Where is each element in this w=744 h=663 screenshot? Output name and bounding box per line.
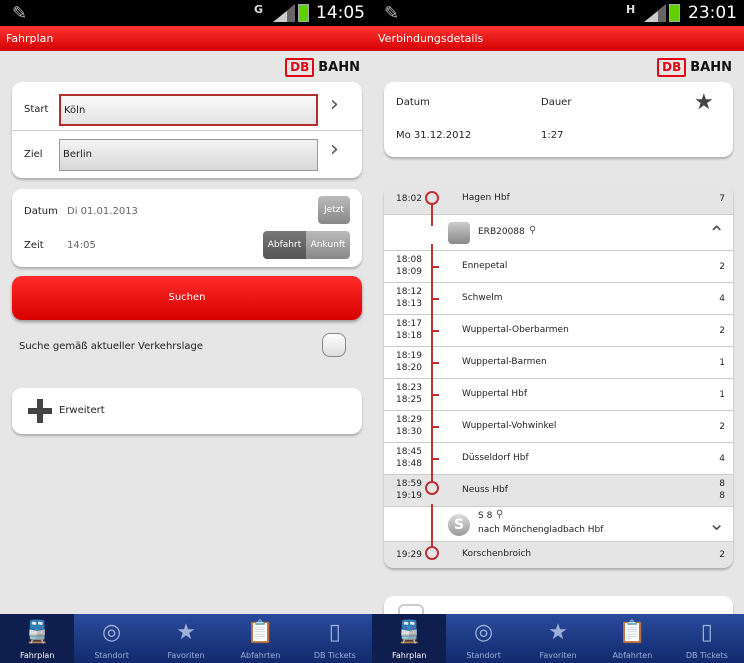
route-card: Start Köln › Ziel Berlin › (12, 82, 362, 178)
stop-tick (431, 394, 439, 396)
screen-title: Fahrplan (0, 26, 372, 51)
datum-label: Datum (396, 97, 430, 108)
extended-label: Erweitert (59, 405, 105, 416)
start-input[interactable]: Köln (59, 94, 318, 126)
status-bar: ✎ H 23:01 (372, 0, 744, 26)
jetzt-button[interactable]: Jetzt (318, 196, 350, 224)
stop-tick (431, 362, 439, 364)
dauer-label: Dauer (541, 97, 572, 108)
bottom-nav: 🚆 Fahrplan ◎ Standort ★ Favoriten 📋 Abfa… (372, 614, 744, 663)
clipboard-clock-icon: 📋 (246, 620, 275, 645)
nav-favoriten[interactable]: ★ Favoriten (149, 614, 223, 663)
train-row[interactable]: ERB20088 ⚲ ⌃ (384, 214, 733, 250)
ankunft-option[interactable]: Ankunft (306, 231, 350, 259)
pen-icon: ✎ (384, 3, 400, 24)
ziel-label: Ziel (24, 149, 43, 160)
battery-icon (298, 4, 309, 22)
nav-favoriten[interactable]: ★ Favoriten (521, 614, 595, 663)
datetime-card: Datum Di 01.01.2013 Jetzt Zeit 14:05 Abf… (12, 189, 362, 267)
datum-value: Mo 31.12.2012 (396, 130, 472, 141)
train-row[interactable]: S S 8 ⚲ nach Mönchengladbach Hbf ⌄ (384, 506, 733, 541)
s-bahn-icon: S (448, 514, 470, 536)
zeit-value[interactable]: 14:05 (67, 240, 96, 251)
nav-abfahrten[interactable]: 📋 Abfahrten (595, 614, 669, 663)
status-bar: ✎ G 14:05 (0, 0, 372, 26)
departure-arrival-toggle[interactable]: Abfahrt Ankunft (263, 231, 350, 259)
nav-fahrplan[interactable]: 🚆 Fahrplan (372, 614, 447, 663)
nav-db-tickets[interactable]: ▯ DB Tickets (298, 614, 372, 663)
divider (12, 130, 362, 131)
traffic-option-label: Suche gemäß aktueller Verkehrslage (19, 341, 204, 352)
nav-db-tickets[interactable]: ▯ DB Tickets (670, 614, 744, 663)
clock: 23:01 (688, 3, 737, 23)
star-icon: ★ (176, 620, 196, 645)
tickets-icon: ▯ (328, 620, 341, 645)
clock: 14:05 (316, 3, 365, 23)
dauer-value: 1:27 (541, 130, 564, 141)
bicycle-icon: ⚲ (496, 509, 504, 520)
traffic-checkbox[interactable] (322, 333, 346, 357)
nav-standort[interactable]: ◎ Standort (446, 614, 520, 663)
signal-icon (644, 4, 666, 22)
nav-standort[interactable]: ◎ Standort (74, 614, 148, 663)
abfahrt-option[interactable]: Abfahrt (263, 231, 306, 259)
star-icon: ★ (548, 620, 568, 645)
chevron-down-icon[interactable]: ⌄ (708, 511, 725, 535)
chevron-up-icon[interactable]: ⌃ (708, 221, 725, 245)
nav-fahrplan[interactable]: 🚆 Fahrplan (0, 614, 75, 663)
pen-icon: ✎ (12, 3, 28, 24)
stop-tick (431, 298, 439, 300)
chevron-right-icon[interactable]: › (330, 92, 339, 117)
chevron-right-icon[interactable]: › (330, 137, 339, 162)
network-type: H (626, 3, 636, 16)
zeit-label: Zeit (24, 240, 44, 251)
tickets-icon: ▯ (700, 620, 713, 645)
stop-circle-icon (425, 191, 439, 205)
stop-circle-icon (425, 546, 439, 560)
regional-train-icon (448, 222, 470, 244)
train-icon: 🚆 (23, 620, 51, 645)
extended-card[interactable]: Erweitert (12, 388, 362, 434)
stop-tick (431, 266, 439, 268)
plus-icon (28, 399, 52, 423)
bicycle-icon: ⚲ (529, 225, 537, 236)
train-icon: 🚆 (395, 620, 423, 645)
bottom-nav: 🚆 Fahrplan ◎ Standort ★ Favoriten 📋 Abfa… (0, 614, 372, 663)
screen-title: Verbindungsdetails (372, 26, 744, 51)
nav-abfahrten[interactable]: 📋 Abfahrten (223, 614, 297, 663)
fahrplan-screen: ✎ G 14:05 Fahrplan DB BAHN Start Köln › … (0, 0, 372, 663)
ziel-input[interactable]: Berlin (59, 139, 318, 171)
itinerary-card: 18:02 Hagen Hbf 7 ERB20088 ⚲ ⌃ 18:08 18:… (384, 184, 733, 568)
target-icon: ◎ (102, 620, 122, 645)
battery-icon (669, 4, 680, 22)
datum-value[interactable]: Di 01.01.2013 (67, 206, 138, 217)
datum-label: Datum (24, 206, 58, 217)
timeline-line (431, 244, 433, 487)
network-type: G (254, 3, 264, 16)
stop-circle-icon (425, 481, 439, 495)
summary-card: Datum Dauer ★ Mo 31.12.2012 1:27 (384, 82, 733, 157)
db-bahn-logo: DB BAHN (285, 58, 360, 77)
stop-tick (431, 330, 439, 332)
verbindungsdetails-screen: ✎ H 23:01 Verbindungsdetails DB BAHN Dat… (372, 0, 744, 663)
stop-tick (431, 458, 439, 460)
db-bahn-logo: DB BAHN (657, 58, 732, 77)
star-icon[interactable]: ★ (694, 90, 714, 115)
search-button[interactable]: Suchen (12, 276, 362, 320)
clipboard-clock-icon: 📋 (618, 620, 647, 645)
target-icon: ◎ (474, 620, 494, 645)
timeline-line (431, 504, 433, 550)
signal-icon (273, 4, 295, 22)
start-label: Start (24, 104, 49, 115)
stop-tick (431, 426, 439, 428)
